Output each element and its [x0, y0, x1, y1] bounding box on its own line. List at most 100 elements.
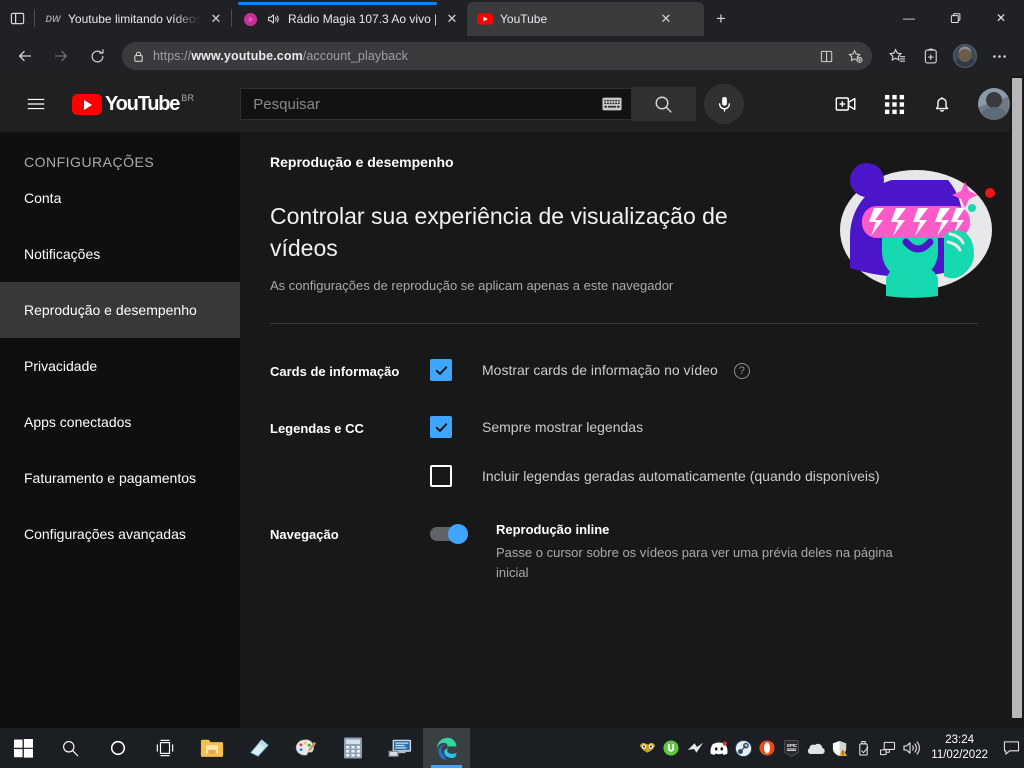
checkbox-legendas-automaticas[interactable]	[430, 465, 452, 487]
profile-avatar[interactable]	[953, 44, 977, 68]
taskbar-clock[interactable]: 23:24 11/02/2022	[923, 728, 998, 768]
tab-close-button[interactable]: ✕	[207, 10, 225, 28]
settings-main-content: Reprodução e desempenho Controlar sua ex…	[240, 132, 1024, 728]
sidebar-item-notificacoes[interactable]: Notificações	[0, 226, 240, 282]
tab-close-button[interactable]: ✕	[443, 10, 461, 28]
windows-start-icon[interactable]	[0, 728, 47, 768]
youtube-play-icon	[72, 94, 102, 115]
settings-heading: CONFIGURAÇÕES	[24, 154, 155, 170]
onedrive-tray-icon[interactable]	[803, 728, 827, 768]
owl-tray-icon[interactable]	[635, 728, 659, 768]
tab-list-icon[interactable]	[0, 0, 34, 36]
utorrent-tray-icon[interactable]	[659, 728, 683, 768]
checkbox-mostrar-cards[interactable]	[430, 359, 452, 381]
dw-icon: DW	[45, 14, 61, 24]
option-sempre-mostrar-legendas[interactable]: Sempre mostrar legendas	[430, 409, 994, 438]
setting-label: Cards de informação	[270, 364, 400, 379]
tab-title: Youtube limitando vídeos em qu	[68, 12, 200, 26]
keyboard-icon[interactable]	[599, 93, 625, 115]
browser-tab[interactable]: DW Youtube limitando vídeos em qu ✕	[35, 2, 231, 36]
youtube-country-code: BR	[181, 93, 195, 103]
page-scrollbar[interactable]	[1010, 76, 1024, 728]
browser-tab[interactable]: Rádio Magia 107.3 Ao vivo | ✕	[232, 2, 467, 36]
sticky-notes-icon[interactable]	[235, 728, 282, 768]
apps-grid-icon[interactable]	[874, 84, 914, 124]
browser-window: DW Youtube limitando vídeos em qu ✕	[0, 0, 1024, 768]
tab-loading-indicator	[238, 2, 437, 5]
sidebar-item-privacidade[interactable]: Privacidade	[0, 338, 240, 394]
add-favorite-icon[interactable]	[842, 44, 868, 68]
close-window-button[interactable]: ✕	[978, 0, 1024, 36]
option-reproducao-inline: Reprodução inline Passe o cursor sobre o…	[430, 515, 994, 583]
checkbox-sempre-mostrar-legendas[interactable]	[430, 416, 452, 438]
scrollbar-thumb[interactable]	[1012, 78, 1022, 718]
microphone-icon[interactable]	[704, 84, 745, 124]
task-view-icon[interactable]	[141, 728, 188, 768]
search-input[interactable]: Pesquisar	[240, 88, 633, 120]
minimize-button[interactable]: —	[886, 0, 932, 36]
address-bar[interactable]: https://www.youtube.com/account_playback	[122, 42, 872, 70]
taskbar-search-icon[interactable]	[47, 728, 94, 768]
omnibox-actions	[814, 44, 868, 68]
calculator-icon[interactable]	[329, 728, 376, 768]
hamburger-menu-icon[interactable]	[16, 84, 56, 124]
clock-time: 23:24	[945, 734, 975, 746]
create-video-icon[interactable]	[826, 84, 866, 124]
split-screen-icon[interactable]	[814, 44, 840, 68]
tab-close-button[interactable]: ✕	[657, 10, 675, 28]
remote-desktop-icon[interactable]	[376, 728, 423, 768]
option-legendas-automaticas[interactable]: Incluir legendas geradas automaticamente…	[430, 458, 994, 487]
toggle-reproducao-inline[interactable]	[430, 524, 468, 544]
search-area: Pesquisar	[240, 84, 745, 124]
back-button[interactable]	[8, 41, 42, 71]
browser-tab-active[interactable]: YouTube ✕	[467, 2, 704, 36]
search-button[interactable]	[632, 87, 697, 121]
option-mostrar-cards[interactable]: Mostrar cards de informação no vídeo ?	[430, 352, 994, 381]
discord-tray-icon[interactable]	[707, 728, 731, 768]
youtube-header-actions	[826, 84, 1010, 124]
sidebar-item-reproducao-e-desempenho[interactable]: Reprodução e desempenho	[0, 282, 240, 338]
steam-tray-icon[interactable]	[731, 728, 755, 768]
file-explorer-icon[interactable]	[188, 728, 235, 768]
sidebar-item-conta[interactable]: Conta	[0, 170, 240, 226]
arrow-tray-icon[interactable]	[683, 728, 707, 768]
maximize-button[interactable]	[932, 0, 978, 36]
new-tab-button[interactable]: +	[704, 2, 738, 36]
navigation-bar: https://www.youtube.com/account_playback	[0, 36, 1024, 76]
more-options-icon[interactable]	[982, 41, 1016, 71]
option-label: Incluir legendas geradas automaticamente…	[482, 468, 880, 484]
opera-tray-icon[interactable]	[755, 728, 779, 768]
toggle-knob	[448, 524, 468, 544]
notification-center-icon[interactable]	[998, 728, 1024, 768]
collections-icon[interactable]	[914, 41, 948, 71]
notifications-bell-icon[interactable]	[922, 84, 962, 124]
youtube-page: YouTube BR Pesquisar CONFIGURAÇÕES Conta…	[0, 76, 1024, 728]
reload-button[interactable]	[80, 41, 114, 71]
security-shield-warning-icon[interactable]	[827, 728, 851, 768]
url-path: /account_playback	[302, 49, 409, 63]
tab-strip: DW Youtube limitando vídeos em qu ✕	[0, 0, 1024, 36]
setting-row-legendas-e-cc: Legendas e CC Sempre mostrar legendas In…	[270, 409, 994, 487]
help-icon[interactable]: ?	[733, 363, 750, 379]
forward-button[interactable]	[44, 41, 78, 71]
sidebar-item-faturamento-e-pagamentos[interactable]: Faturamento e pagamentos	[0, 450, 240, 506]
browser-toolbar-actions	[880, 41, 1016, 71]
sidebar-item-configuracoes-avancadas[interactable]: Configurações avançadas	[0, 506, 240, 562]
epic-games-tray-icon[interactable]: EPIC	[779, 728, 803, 768]
favorites-icon[interactable]	[880, 41, 914, 71]
window-controls: — ✕	[886, 0, 1024, 36]
volume-icon[interactable]	[899, 728, 923, 768]
play-circle-icon	[242, 11, 258, 27]
account-avatar[interactable]	[978, 88, 1010, 120]
toggle-description: Passe o cursor sobre os vídeos para ver …	[496, 545, 893, 580]
sidebar-item-apps-conectados[interactable]: Apps conectados	[0, 394, 240, 450]
youtube-logo[interactable]: YouTube BR	[72, 92, 194, 116]
network-icon[interactable]	[875, 728, 899, 768]
windows-taskbar: EPIC 23:24 11/02/2022	[0, 728, 1024, 768]
usb-eject-icon[interactable]	[851, 728, 875, 768]
paint-icon[interactable]	[282, 728, 329, 768]
toggle-title: Reprodução inline	[496, 522, 610, 537]
speaker-icon[interactable]	[265, 11, 281, 27]
microsoft-edge-icon[interactable]	[423, 728, 470, 768]
cortana-icon[interactable]	[94, 728, 141, 768]
